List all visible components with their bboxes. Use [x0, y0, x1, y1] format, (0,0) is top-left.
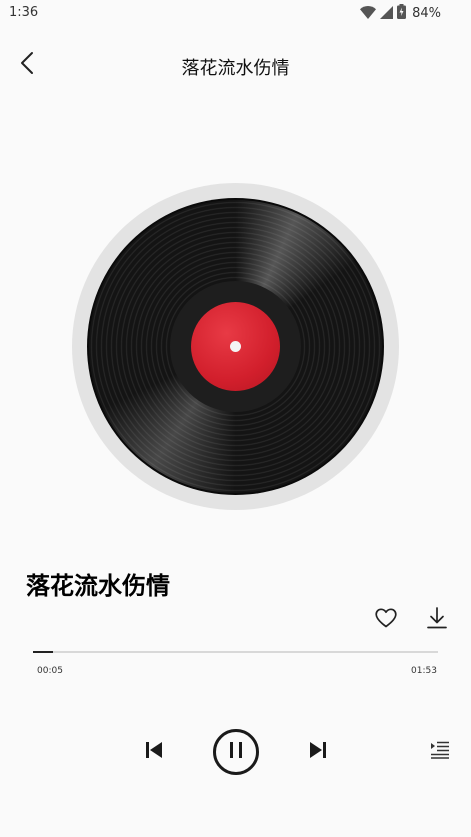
heart-outline-icon [375, 608, 397, 632]
battery-percent: 84% [412, 6, 441, 21]
status-bar: 1:36 84% [0, 0, 471, 28]
page-title: 落花流水伤情 [181, 58, 290, 79]
play-pause-button[interactable] [213, 729, 259, 775]
current-time: 00:05 [37, 666, 63, 676]
previous-button[interactable] [141, 738, 167, 766]
progress-fill [33, 651, 54, 653]
progress-bar[interactable] [33, 651, 438, 653]
song-title: 落花流水伤情 [26, 572, 170, 600]
status-time: 1:36 [9, 5, 39, 20]
signal-icon [380, 4, 394, 23]
record-center-hole [230, 341, 241, 352]
status-icons: 84% [360, 4, 441, 23]
download-button[interactable] [423, 606, 451, 634]
download-icon [427, 607, 447, 633]
pause-icon [228, 741, 244, 763]
like-button[interactable] [372, 606, 400, 634]
playlist-button[interactable] [428, 741, 452, 763]
skip-previous-icon [145, 741, 163, 763]
skip-next-icon [309, 741, 327, 763]
playlist-icon [430, 741, 450, 763]
next-button[interactable] [305, 738, 331, 766]
battery-charging-icon [397, 4, 407, 23]
wifi-icon [360, 4, 377, 23]
total-time: 01:53 [411, 666, 437, 676]
